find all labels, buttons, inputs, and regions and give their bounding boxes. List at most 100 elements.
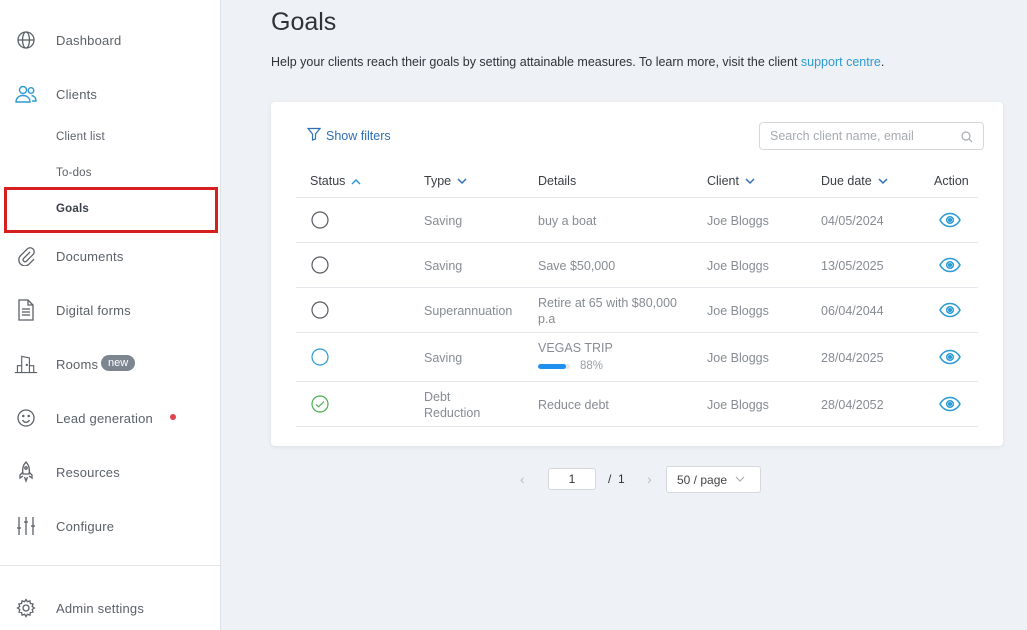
table-row[interactable]: Saving VEGAS TRIP 88% Joe Bloggs 28/04/2… xyxy=(296,333,978,382)
intro-end: . xyxy=(880,55,885,69)
progress-bar-fill xyxy=(538,363,567,369)
status-in-progress-icon xyxy=(311,348,329,371)
cell-due-date: 13/05/2025 xyxy=(821,259,884,273)
cell-due-date: 04/05/2024 xyxy=(821,214,884,228)
show-filters-button[interactable]: Show filters xyxy=(306,127,391,144)
cell-client: Joe Bloggs xyxy=(707,398,769,412)
table-row[interactable]: Superannuation Retire at 65 with $80,000… xyxy=(296,288,978,333)
sidebar: Dashboard Clients Client list To-dos Goa… xyxy=(0,0,221,630)
sub-to-dos[interactable]: To-dos xyxy=(56,167,92,179)
cell-details: Retire at 65 with $80,000 p.a xyxy=(538,296,677,326)
goal-progress: 88% xyxy=(538,358,613,374)
column-header-action: Action xyxy=(934,174,969,188)
document-icon xyxy=(14,298,38,322)
sort-up-icon xyxy=(351,178,361,185)
column-header-action-label: Action xyxy=(934,174,969,188)
column-header-type-label: Type xyxy=(424,174,452,188)
status-complete-icon xyxy=(311,395,329,418)
view-eye-icon[interactable] xyxy=(939,257,961,278)
cell-type: Saving xyxy=(424,259,463,273)
globe-icon xyxy=(14,28,38,52)
column-header-status-label: Status xyxy=(310,174,346,188)
prev-page-button[interactable]: ‹ xyxy=(520,471,525,487)
sliders-icon xyxy=(14,514,38,538)
search-icon xyxy=(961,130,973,148)
cell-client: Joe Bloggs xyxy=(707,259,769,273)
cell-type: Saving xyxy=(424,214,463,228)
chevron-down-icon xyxy=(745,177,755,184)
status-open-icon xyxy=(311,256,329,279)
page-total-number: 1 xyxy=(618,472,625,486)
progress-bar xyxy=(538,363,570,369)
cell-details-text: VEGAS TRIP xyxy=(538,341,613,355)
column-header-details: Details xyxy=(538,174,576,188)
column-header-client-label: Client xyxy=(707,174,739,188)
nav-documents-label: Documents xyxy=(56,248,124,264)
cell-type: Saving xyxy=(424,351,463,365)
status-open-icon xyxy=(311,301,329,324)
page-total: / 1 xyxy=(608,472,625,486)
notification-dot xyxy=(170,414,176,420)
nav-clients[interactable]: Clients xyxy=(0,74,220,114)
support-centre-link[interactable]: support centre xyxy=(801,55,881,69)
view-eye-icon[interactable] xyxy=(939,396,961,417)
show-filters-label: Show filters xyxy=(326,128,391,143)
nav-admin-settings[interactable]: Admin settings xyxy=(0,588,220,628)
column-header-details-label: Details xyxy=(538,174,577,188)
cell-details: Save $50,000 xyxy=(538,259,616,273)
chevron-down-icon xyxy=(735,476,745,482)
new-badge: new xyxy=(101,355,136,371)
cell-details: Reduce debt xyxy=(538,398,609,412)
filter-icon xyxy=(306,127,322,144)
selection-highlight xyxy=(4,187,218,233)
table-row[interactable]: Saving Save $50,000 Joe Bloggs 13/05/202… xyxy=(296,243,978,288)
nav-documents[interactable]: Documents xyxy=(0,236,220,276)
gear-icon xyxy=(14,596,38,620)
table-row[interactable]: Saving buy a boat Joe Bloggs 04/05/2024 xyxy=(296,198,978,243)
page-title: Goals xyxy=(271,8,337,36)
view-eye-icon[interactable] xyxy=(939,349,961,370)
nav-lead-generation-label: Lead generation xyxy=(56,410,153,426)
cell-due-date: 28/04/2052 xyxy=(821,398,884,412)
nav-admin-settings-label: Admin settings xyxy=(56,600,145,616)
nav-lead-generation[interactable]: Lead generation xyxy=(0,398,220,438)
next-page-button[interactable]: › xyxy=(647,471,652,487)
column-header-due-date[interactable]: Due date xyxy=(821,174,888,188)
search-input[interactable] xyxy=(759,122,984,150)
table-row[interactable]: Debt Reduction Reduce debt Joe Bloggs 28… xyxy=(296,382,978,427)
cell-type: Superannuation xyxy=(424,304,513,318)
page-intro: Help your clients reach their goals by s… xyxy=(271,55,884,69)
nav-resources-label: Resources xyxy=(56,464,120,480)
view-eye-icon[interactable] xyxy=(939,212,961,233)
building-icon xyxy=(14,352,38,376)
nav-digital-forms-label: Digital forms xyxy=(56,302,131,318)
paperclip-icon xyxy=(14,244,38,268)
nav-dashboard[interactable]: Dashboard xyxy=(0,20,220,60)
nav-resources[interactable]: Resources xyxy=(0,452,220,492)
progress-percent: 88% xyxy=(580,360,604,372)
cell-type: Debt Reduction xyxy=(424,390,481,420)
page-size-select[interactable]: 50 / page xyxy=(666,466,761,493)
column-header-client[interactable]: Client xyxy=(707,174,755,188)
page-number-input[interactable] xyxy=(548,468,596,490)
nav-configure[interactable]: Configure xyxy=(0,506,220,546)
column-header-type[interactable]: Type xyxy=(424,174,467,188)
nav-clients-label: Clients xyxy=(56,86,98,102)
nav-dashboard-label: Dashboard xyxy=(56,32,122,48)
goals-card: Show filters Status Type Details Client … xyxy=(271,102,1003,446)
chevron-down-icon xyxy=(878,177,888,184)
sub-client-list[interactable]: Client list xyxy=(56,131,105,143)
cell-client: Joe Bloggs xyxy=(707,351,769,365)
users-icon xyxy=(14,82,38,106)
view-eye-icon[interactable] xyxy=(939,302,961,323)
cell-due-date: 06/04/2044 xyxy=(821,304,884,318)
cell-client: Joe Bloggs xyxy=(707,304,769,318)
nav-configure-label: Configure xyxy=(56,518,115,534)
nav-rooms-label: Rooms xyxy=(56,356,99,372)
nav-digital-forms[interactable]: Digital forms xyxy=(0,290,220,330)
column-header-due-date-label: Due date xyxy=(821,174,872,188)
smiley-icon xyxy=(14,406,38,430)
column-header-status[interactable]: Status xyxy=(310,174,361,188)
cell-client: Joe Bloggs xyxy=(707,214,769,228)
rocket-icon xyxy=(14,460,38,484)
